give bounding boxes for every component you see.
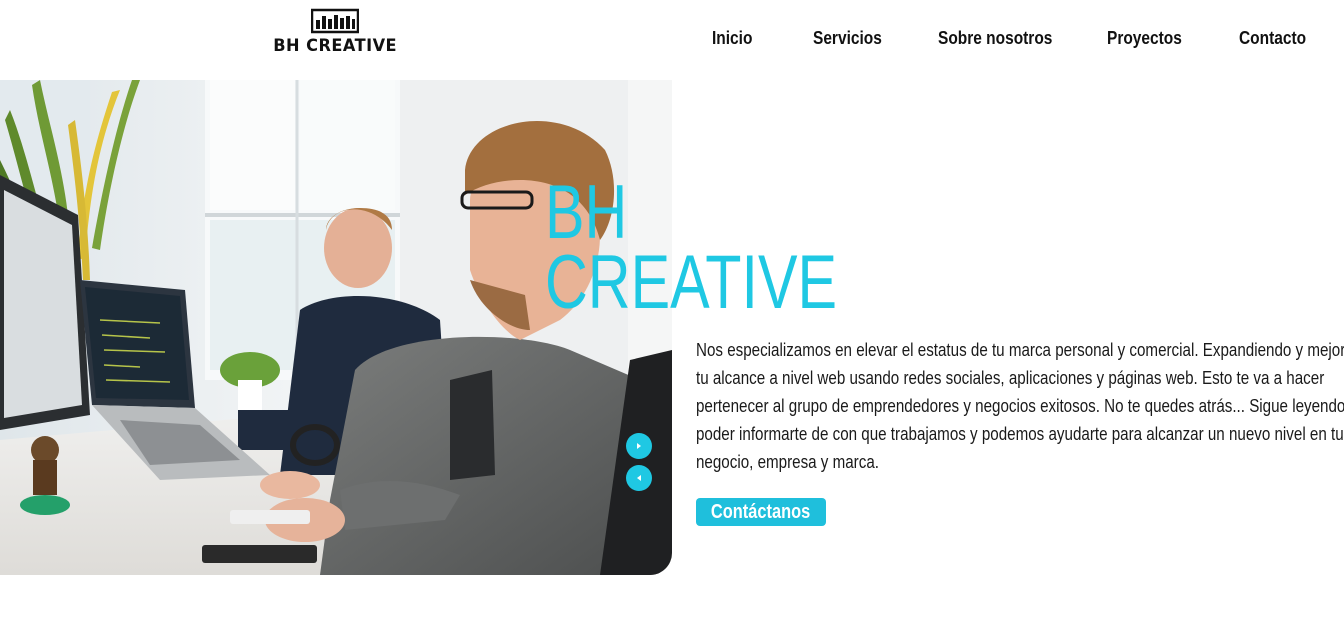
play-left-icon: [637, 475, 641, 481]
nav-item-sobre-nosotros[interactable]: Sobre nosotros: [938, 28, 1052, 49]
hero-description-line: Nos especializamos en elevar el estatus …: [696, 339, 1344, 360]
hero-description-line: poder informarte de con que trabajamos y…: [696, 423, 1344, 444]
hero-title-line-2: CREATIVE: [545, 240, 838, 325]
nav-item-servicios[interactable]: Servicios: [813, 28, 882, 49]
hero-image: [0, 80, 672, 575]
contact-cta-button[interactable]: Contáctanos: [696, 498, 826, 526]
slider-prev-button[interactable]: [626, 465, 652, 491]
nav-item-contacto[interactable]: Contacto: [1239, 28, 1306, 49]
contact-cta-label: Contáctanos: [711, 500, 811, 523]
play-right-icon: [637, 443, 641, 449]
slider-next-button[interactable]: [626, 433, 652, 459]
nav-item-proyectos[interactable]: Proyectos: [1107, 28, 1182, 49]
hero-title: BH CREATIVE: [545, 170, 838, 325]
hero-description-line: pertenecer al grupo de emprendedores y n…: [696, 395, 1344, 416]
hero-description-line: negocio, empresa y marca.: [696, 451, 879, 472]
nav-item-inicio[interactable]: Inicio: [712, 28, 752, 49]
hero-description-line: tu alcance a nivel web usando redes soci…: [696, 367, 1325, 388]
site-header: BH CREATIVE Inicio Servicios Sobre nosot…: [0, 0, 1344, 80]
hero-description: Nos especializamos en elevar el estatus …: [696, 336, 1344, 476]
main-nav: Inicio Servicios Sobre nosotros Proyecto…: [0, 28, 1344, 56]
hero-title-line-1: BH: [545, 170, 628, 255]
office-photo: [0, 80, 672, 575]
